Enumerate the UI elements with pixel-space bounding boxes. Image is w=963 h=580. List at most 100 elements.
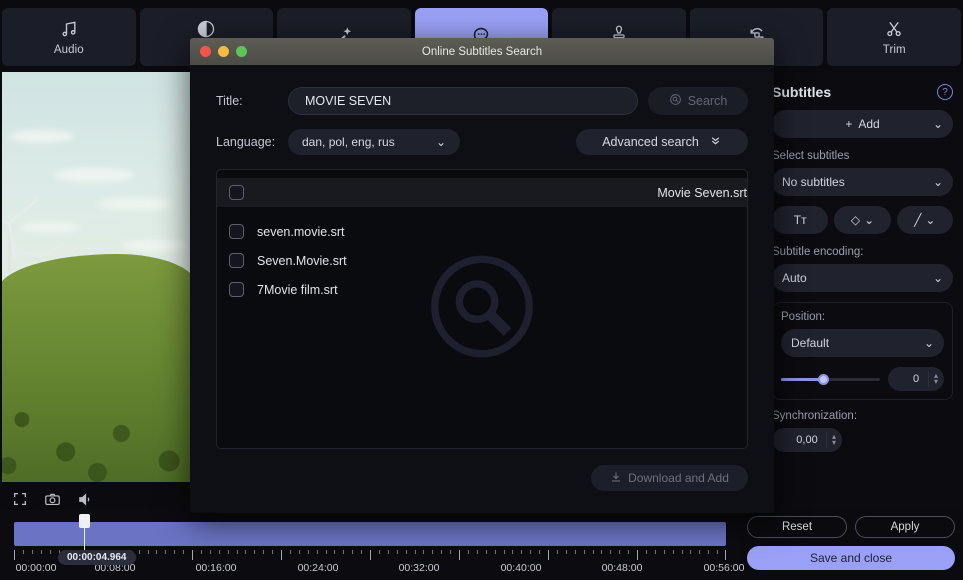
list-item-label: Seven.Movie.srt bbox=[257, 254, 347, 268]
sync-stepper[interactable]: 0,00 ▴▾ bbox=[772, 428, 842, 452]
ruler-tick-minor bbox=[504, 550, 505, 554]
close-light[interactable] bbox=[200, 46, 211, 57]
video-preview bbox=[2, 72, 193, 482]
timeline-time-label: 00:00:00 bbox=[16, 562, 57, 574]
position-select[interactable]: Default ⌄ bbox=[781, 329, 944, 357]
ruler-tick-minor bbox=[290, 550, 291, 554]
checkbox[interactable] bbox=[229, 282, 244, 297]
encoding-select[interactable]: Auto ⌄ bbox=[772, 264, 953, 292]
list-item[interactable]: 7Movie film.srt bbox=[217, 275, 747, 304]
tab-audio[interactable]: Audio bbox=[2, 8, 136, 66]
result-items: Movie Seven.srt seven.movie.srt Seven.Movi… bbox=[217, 170, 747, 304]
subtitles-select[interactable]: No subtitles ⌄ bbox=[772, 168, 953, 196]
fullscreen-icon[interactable] bbox=[12, 491, 28, 507]
slider-knob[interactable] bbox=[818, 374, 829, 385]
chevron-down-icon: ⌄ bbox=[864, 213, 874, 227]
ruler-tick-major bbox=[14, 550, 15, 560]
position-label: Position: bbox=[781, 311, 944, 323]
sunflower-field bbox=[2, 254, 193, 482]
ruler-tick-minor bbox=[628, 550, 629, 554]
dialog-titlebar[interactable]: Online Subtitles Search bbox=[190, 38, 774, 65]
add-subtitle-button[interactable]: + Add ⌄ bbox=[772, 110, 953, 138]
timeline-time-label: 00:32:00 bbox=[399, 562, 440, 574]
outline-style-button[interactable]: ╱ ⌄ bbox=[897, 206, 953, 234]
ruler-tick-major bbox=[281, 550, 282, 560]
ruler-tick-minor bbox=[575, 550, 576, 554]
save-and-close-button[interactable]: Save and close bbox=[747, 546, 955, 570]
camera-icon[interactable] bbox=[44, 491, 61, 508]
list-item[interactable]: seven.movie.srt bbox=[217, 217, 747, 246]
list-item-label: Movie Seven.srt bbox=[657, 186, 747, 200]
ruler-tick-minor bbox=[682, 550, 683, 554]
tab-trim-label: Trim bbox=[883, 44, 906, 56]
position-offset-stepper[interactable]: 0 ▴▾ bbox=[888, 367, 944, 391]
language-field-label: Language: bbox=[216, 135, 278, 149]
ruler-tick-minor bbox=[477, 550, 478, 554]
maximize-light[interactable] bbox=[236, 46, 247, 57]
ruler-tick-minor bbox=[361, 550, 362, 554]
help-icon[interactable]: ? bbox=[937, 84, 953, 100]
chevron-down-icon: ⌄ bbox=[925, 213, 935, 227]
stepper-arrows-icon[interactable]: ▴▾ bbox=[928, 371, 938, 387]
encoding-value: Auto bbox=[782, 271, 807, 285]
search-icon bbox=[669, 93, 682, 109]
language-row: Language: dan, pol, eng, rus ⌄ Advanced … bbox=[216, 129, 748, 155]
ruler-tick-minor bbox=[139, 550, 140, 554]
ruler-tick-minor bbox=[708, 550, 709, 554]
ruler-tick-minor bbox=[254, 550, 255, 554]
ruler-tick-major bbox=[637, 550, 638, 560]
ruler-tick-minor bbox=[584, 550, 585, 554]
scissors-icon bbox=[884, 19, 904, 39]
position-slider[interactable] bbox=[781, 378, 880, 381]
ruler-tick-minor bbox=[432, 550, 433, 554]
search-button[interactable]: Search bbox=[648, 87, 748, 115]
checkbox[interactable] bbox=[229, 224, 244, 239]
ruler-tick-minor bbox=[263, 550, 264, 554]
checkbox[interactable] bbox=[229, 253, 244, 268]
ruler-tick-minor bbox=[148, 550, 149, 554]
ruler-tick-minor bbox=[308, 550, 309, 554]
timeline-time-label: 00:56:00 bbox=[704, 562, 745, 574]
ruler-tick-minor bbox=[610, 550, 611, 554]
reset-button[interactable]: Reset bbox=[747, 516, 847, 538]
chevron-down-icon: ⌄ bbox=[933, 175, 943, 189]
position-offset-value: 0 bbox=[913, 373, 919, 385]
ruler-tick-minor bbox=[557, 550, 558, 554]
language-select[interactable]: dan, pol, eng, rus ⌄ bbox=[288, 129, 460, 155]
results-list: Movie Seven.srt seven.movie.srt Seven.Movi… bbox=[216, 169, 748, 449]
ruler-tick-minor bbox=[352, 550, 353, 554]
list-item[interactable]: Movie Seven.srt bbox=[217, 178, 747, 207]
language-value: dan, pol, eng, rus bbox=[302, 135, 395, 149]
download-and-add-button[interactable]: Download and Add bbox=[591, 465, 748, 491]
timeline-time-label: 00:40:00 bbox=[501, 562, 542, 574]
tab-trim[interactable]: Trim bbox=[827, 8, 961, 66]
online-subtitles-dialog: Online Subtitles Search Title: Search La… bbox=[190, 38, 774, 513]
fill-color-icon: ◇ bbox=[851, 213, 860, 227]
pen-icon: ╱ bbox=[914, 213, 921, 227]
download-icon bbox=[610, 471, 622, 486]
stepper-arrows-icon[interactable]: ▴▾ bbox=[826, 432, 836, 448]
fill-color-button[interactable]: ◇ ⌄ bbox=[834, 206, 890, 234]
download-row: Download and Add bbox=[216, 465, 748, 491]
download-button-label: Download and Add bbox=[628, 471, 729, 485]
ruler-tick-minor bbox=[183, 550, 184, 554]
ruler-tick-minor bbox=[41, 550, 42, 554]
font-style-button[interactable]: Tᴛ bbox=[772, 206, 828, 234]
chevron-down-icon: ⌄ bbox=[924, 336, 934, 350]
chevron-down-icon[interactable]: ⌄ bbox=[933, 117, 943, 131]
checkbox[interactable] bbox=[229, 185, 244, 200]
advanced-search-button[interactable]: Advanced search bbox=[576, 129, 748, 155]
ruler-tick-minor bbox=[272, 550, 273, 554]
ruler-tick-minor bbox=[486, 550, 487, 554]
minimize-light[interactable] bbox=[218, 46, 229, 57]
volume-icon[interactable] bbox=[77, 491, 94, 508]
timeline-clip[interactable] bbox=[14, 522, 726, 546]
ruler-tick-major bbox=[725, 550, 726, 560]
ruler-tick-minor bbox=[673, 550, 674, 554]
title-input[interactable] bbox=[288, 87, 638, 115]
list-item[interactable]: Seven.Movie.srt bbox=[217, 246, 747, 275]
apply-button[interactable]: Apply bbox=[855, 516, 955, 538]
timeline: 00:00:0000:08:0000:16:0000:24:0000:32:00… bbox=[0, 510, 740, 580]
panel-header: Subtitles ? bbox=[772, 84, 953, 100]
playhead-handle[interactable] bbox=[79, 514, 90, 528]
